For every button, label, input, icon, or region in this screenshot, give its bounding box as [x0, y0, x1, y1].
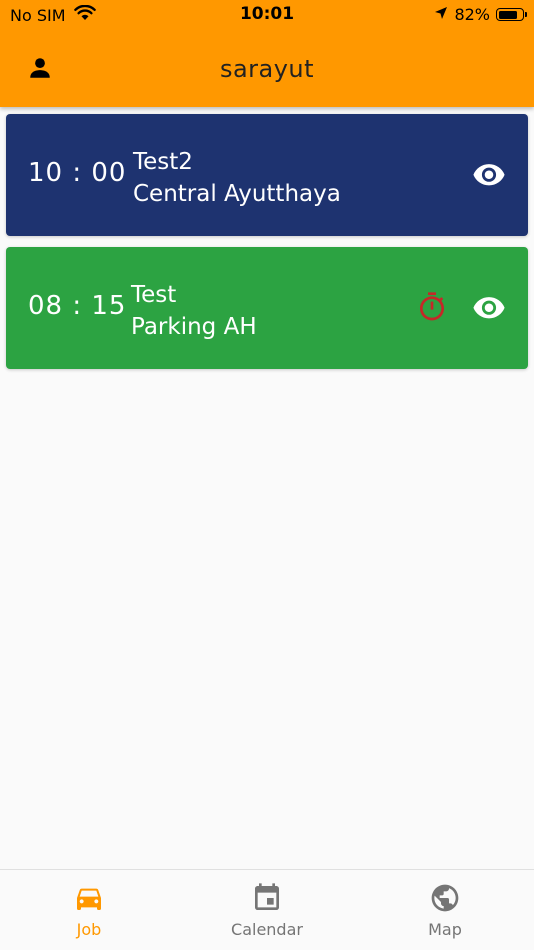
job-card[interactable]: 08 : 15 Test Parking AH — [6, 247, 528, 369]
app-bar: No SIM 10:01 82% sarayut — [0, 0, 534, 107]
view-button[interactable] — [472, 290, 506, 328]
job-info: Test2 Central Ayutthaya — [133, 146, 341, 210]
timer-icon — [416, 291, 448, 327]
nav-item-job[interactable]: Job — [0, 870, 178, 950]
calendar-icon — [251, 882, 283, 918]
job-title: Test — [131, 282, 177, 308]
job-actions — [416, 290, 506, 328]
job-card[interactable]: 10 : 00 Test2 Central Ayutthaya — [6, 114, 528, 236]
status-right: 82% — [434, 5, 527, 24]
nav-item-calendar[interactable]: Calendar — [178, 870, 356, 950]
page-title: sarayut — [219, 55, 315, 83]
eye-icon — [472, 290, 506, 328]
job-actions — [472, 157, 506, 195]
job-time: 10 : 00 — [28, 158, 127, 188]
car-icon — [73, 882, 105, 918]
job-location: Parking AH — [131, 314, 257, 340]
job-info: Test Parking AH — [131, 279, 257, 343]
nav-item-map[interactable]: Map — [356, 870, 534, 950]
job-title: Test2 — [133, 149, 193, 175]
nav-label-calendar: Calendar — [231, 920, 303, 939]
job-time: 08 : 15 — [28, 291, 127, 321]
eye-icon — [472, 157, 506, 195]
nav-label-job: Job — [76, 920, 102, 939]
view-button[interactable] — [472, 157, 506, 195]
location-arrow-icon — [434, 5, 448, 24]
job-list: 10 : 00 Test2 Central Ayutthaya 08 : 15 … — [6, 114, 528, 380]
globe-icon — [429, 882, 461, 918]
job-location: Central Ayutthaya — [133, 181, 341, 207]
status-bar: No SIM 10:01 82% — [0, 0, 534, 30]
timer-button[interactable] — [416, 291, 448, 327]
battery-icon — [496, 8, 527, 21]
nav-label-map: Map — [428, 920, 462, 939]
bottom-nav: Job Calendar Map — [0, 869, 534, 950]
battery-percent: 82% — [454, 5, 490, 24]
